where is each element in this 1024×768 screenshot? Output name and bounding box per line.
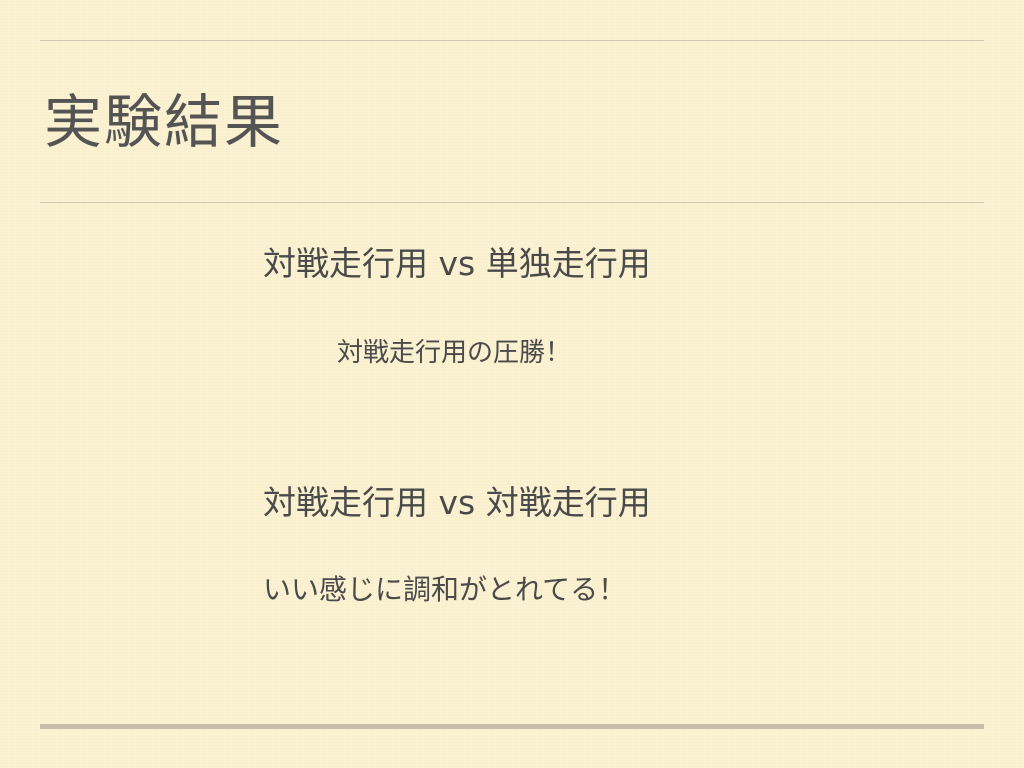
bottom-divider [40,724,984,729]
top-divider [40,40,984,41]
comparison-heading-1: 対戦走行用 vs 単独走行用 [263,244,651,283]
title-divider [40,202,984,203]
comparison-result-2: いい感じに調和がとれてる！ [263,573,627,606]
slide-title: 実験結果 [44,88,285,156]
comparison-heading-2: 対戦走行用 vs 対戦走行用 [263,483,651,522]
comparison-result-1: 対戦走行用の圧勝！ [337,338,572,368]
